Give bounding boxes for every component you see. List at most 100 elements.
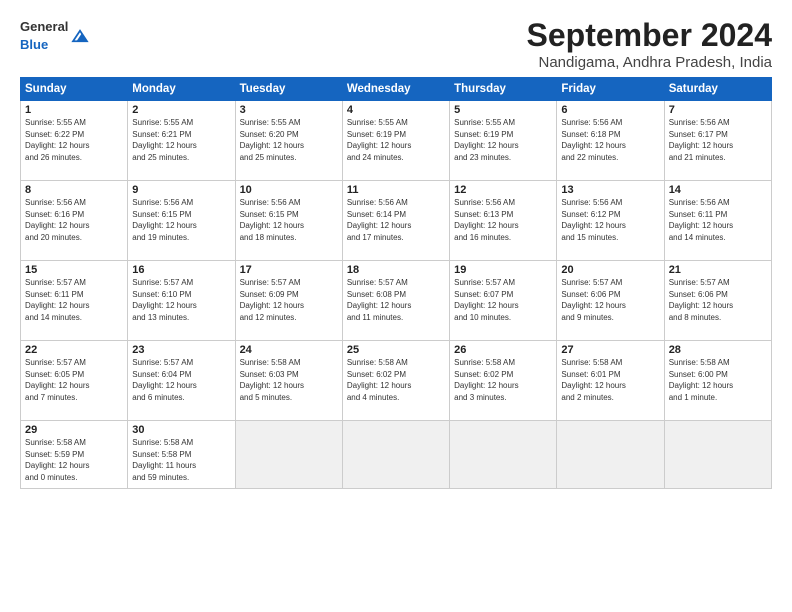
day-info: Sunrise: 5:58 AM Sunset: 6:03 PM Dayligh…	[240, 357, 338, 403]
day-info: Sunrise: 5:58 AM Sunset: 6:02 PM Dayligh…	[454, 357, 552, 403]
table-row: 13Sunrise: 5:56 AM Sunset: 6:12 PM Dayli…	[557, 181, 664, 261]
day-info: Sunrise: 5:57 AM Sunset: 6:08 PM Dayligh…	[347, 277, 445, 323]
col-saturday: Saturday	[664, 78, 771, 101]
day-number: 10	[240, 184, 338, 196]
table-row: 25Sunrise: 5:58 AM Sunset: 6:02 PM Dayli…	[342, 341, 449, 421]
day-number: 6	[561, 104, 659, 116]
day-number: 12	[454, 184, 552, 196]
day-info: Sunrise: 5:56 AM Sunset: 6:11 PM Dayligh…	[669, 197, 767, 243]
day-number: 29	[25, 424, 123, 436]
col-thursday: Thursday	[450, 78, 557, 101]
week-row: 15Sunrise: 5:57 AM Sunset: 6:11 PM Dayli…	[21, 261, 772, 341]
col-friday: Friday	[557, 78, 664, 101]
day-number: 15	[25, 264, 123, 276]
day-info: Sunrise: 5:57 AM Sunset: 6:06 PM Dayligh…	[561, 277, 659, 323]
day-info: Sunrise: 5:56 AM Sunset: 6:18 PM Dayligh…	[561, 117, 659, 163]
logo-general: General	[20, 19, 68, 34]
table-row: 18Sunrise: 5:57 AM Sunset: 6:08 PM Dayli…	[342, 261, 449, 341]
table-row: 14Sunrise: 5:56 AM Sunset: 6:11 PM Dayli…	[664, 181, 771, 261]
day-info: Sunrise: 5:58 AM Sunset: 6:00 PM Dayligh…	[669, 357, 767, 403]
day-info: Sunrise: 5:57 AM Sunset: 6:07 PM Dayligh…	[454, 277, 552, 323]
day-number: 4	[347, 104, 445, 116]
table-row	[235, 421, 342, 489]
week-row: 1Sunrise: 5:55 AM Sunset: 6:22 PM Daylig…	[21, 101, 772, 181]
day-number: 20	[561, 264, 659, 276]
week-row: 22Sunrise: 5:57 AM Sunset: 6:05 PM Dayli…	[21, 341, 772, 421]
day-number: 1	[25, 104, 123, 116]
table-row: 11Sunrise: 5:56 AM Sunset: 6:14 PM Dayli…	[342, 181, 449, 261]
day-info: Sunrise: 5:57 AM Sunset: 6:06 PM Dayligh…	[669, 277, 767, 323]
day-number: 22	[25, 344, 123, 356]
table-row	[664, 421, 771, 489]
col-monday: Monday	[128, 78, 235, 101]
table-row: 4Sunrise: 5:55 AM Sunset: 6:19 PM Daylig…	[342, 101, 449, 181]
calendar-table: SundayMondayTuesdayWednesdayThursdayFrid…	[20, 77, 772, 489]
table-row: 5Sunrise: 5:55 AM Sunset: 6:19 PM Daylig…	[450, 101, 557, 181]
logo-icon	[71, 29, 89, 43]
table-row	[557, 421, 664, 489]
day-info: Sunrise: 5:57 AM Sunset: 6:04 PM Dayligh…	[132, 357, 230, 403]
day-info: Sunrise: 5:55 AM Sunset: 6:22 PM Dayligh…	[25, 117, 123, 163]
logo: General Blue	[20, 18, 89, 54]
col-tuesday: Tuesday	[235, 78, 342, 101]
day-info: Sunrise: 5:57 AM Sunset: 6:05 PM Dayligh…	[25, 357, 123, 403]
day-number: 21	[669, 264, 767, 276]
day-info: Sunrise: 5:56 AM Sunset: 6:12 PM Dayligh…	[561, 197, 659, 243]
table-row: 28Sunrise: 5:58 AM Sunset: 6:00 PM Dayli…	[664, 341, 771, 421]
day-info: Sunrise: 5:56 AM Sunset: 6:13 PM Dayligh…	[454, 197, 552, 243]
day-number: 28	[669, 344, 767, 356]
day-info: Sunrise: 5:57 AM Sunset: 6:11 PM Dayligh…	[25, 277, 123, 323]
day-number: 8	[25, 184, 123, 196]
day-info: Sunrise: 5:58 AM Sunset: 5:59 PM Dayligh…	[25, 437, 123, 483]
day-number: 16	[132, 264, 230, 276]
day-number: 14	[669, 184, 767, 196]
day-number: 27	[561, 344, 659, 356]
table-row: 19Sunrise: 5:57 AM Sunset: 6:07 PM Dayli…	[450, 261, 557, 341]
header-row: SundayMondayTuesdayWednesdayThursdayFrid…	[21, 78, 772, 101]
table-row: 27Sunrise: 5:58 AM Sunset: 6:01 PM Dayli…	[557, 341, 664, 421]
day-number: 26	[454, 344, 552, 356]
table-row: 17Sunrise: 5:57 AM Sunset: 6:09 PM Dayli…	[235, 261, 342, 341]
day-number: 30	[132, 424, 230, 436]
day-info: Sunrise: 5:57 AM Sunset: 6:09 PM Dayligh…	[240, 277, 338, 323]
col-sunday: Sunday	[21, 78, 128, 101]
day-info: Sunrise: 5:58 AM Sunset: 6:01 PM Dayligh…	[561, 357, 659, 403]
day-info: Sunrise: 5:58 AM Sunset: 5:58 PM Dayligh…	[132, 437, 230, 483]
table-row: 29Sunrise: 5:58 AM Sunset: 5:59 PM Dayli…	[21, 421, 128, 489]
table-row: 2Sunrise: 5:55 AM Sunset: 6:21 PM Daylig…	[128, 101, 235, 181]
day-number: 5	[454, 104, 552, 116]
week-row: 29Sunrise: 5:58 AM Sunset: 5:59 PM Dayli…	[21, 421, 772, 489]
table-row: 10Sunrise: 5:56 AM Sunset: 6:15 PM Dayli…	[235, 181, 342, 261]
day-number: 25	[347, 344, 445, 356]
table-row	[342, 421, 449, 489]
table-row: 22Sunrise: 5:57 AM Sunset: 6:05 PM Dayli…	[21, 341, 128, 421]
table-row: 3Sunrise: 5:55 AM Sunset: 6:20 PM Daylig…	[235, 101, 342, 181]
table-row: 16Sunrise: 5:57 AM Sunset: 6:10 PM Dayli…	[128, 261, 235, 341]
page: General Blue September 2024 Nandigama, A…	[0, 0, 792, 612]
table-row: 15Sunrise: 5:57 AM Sunset: 6:11 PM Dayli…	[21, 261, 128, 341]
day-number: 13	[561, 184, 659, 196]
day-number: 17	[240, 264, 338, 276]
col-wednesday: Wednesday	[342, 78, 449, 101]
table-row: 12Sunrise: 5:56 AM Sunset: 6:13 PM Dayli…	[450, 181, 557, 261]
month-title: September 2024	[89, 18, 772, 53]
table-row: 20Sunrise: 5:57 AM Sunset: 6:06 PM Dayli…	[557, 261, 664, 341]
table-row: 30Sunrise: 5:58 AM Sunset: 5:58 PM Dayli…	[128, 421, 235, 489]
day-info: Sunrise: 5:55 AM Sunset: 6:21 PM Dayligh…	[132, 117, 230, 163]
top-row: General Blue September 2024 Nandigama, A…	[20, 18, 772, 71]
day-info: Sunrise: 5:56 AM Sunset: 6:17 PM Dayligh…	[669, 117, 767, 163]
day-number: 24	[240, 344, 338, 356]
day-info: Sunrise: 5:58 AM Sunset: 6:02 PM Dayligh…	[347, 357, 445, 403]
table-row	[450, 421, 557, 489]
logo-text: General Blue	[20, 18, 68, 54]
day-number: 19	[454, 264, 552, 276]
day-number: 2	[132, 104, 230, 116]
day-info: Sunrise: 5:55 AM Sunset: 6:20 PM Dayligh…	[240, 117, 338, 163]
day-info: Sunrise: 5:55 AM Sunset: 6:19 PM Dayligh…	[347, 117, 445, 163]
table-row: 6Sunrise: 5:56 AM Sunset: 6:18 PM Daylig…	[557, 101, 664, 181]
week-row: 8Sunrise: 5:56 AM Sunset: 6:16 PM Daylig…	[21, 181, 772, 261]
day-number: 9	[132, 184, 230, 196]
day-info: Sunrise: 5:57 AM Sunset: 6:10 PM Dayligh…	[132, 277, 230, 323]
day-number: 11	[347, 184, 445, 196]
day-info: Sunrise: 5:56 AM Sunset: 6:15 PM Dayligh…	[240, 197, 338, 243]
